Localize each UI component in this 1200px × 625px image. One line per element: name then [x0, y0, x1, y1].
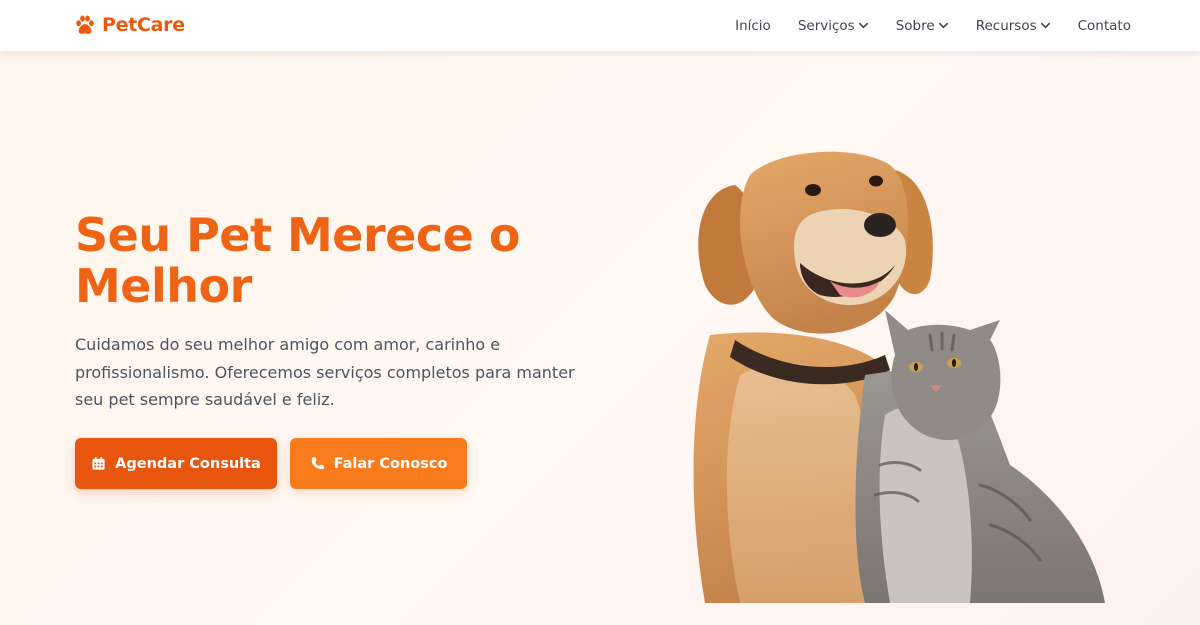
navbar: PetCare Início Serviços Sobre Recursos C… [0, 0, 1200, 51]
nav-item-contato[interactable]: Contato [1078, 18, 1131, 34]
chevron-down-icon [938, 22, 948, 29]
contact-us-button[interactable]: Falar Conosco [290, 438, 467, 489]
nav-item-label: Serviços [797, 17, 855, 34]
nav-item-label: Início [735, 17, 771, 34]
nav-item-servicos[interactable]: Serviços [798, 18, 869, 34]
dog-and-cat-image [693, 151, 1105, 603]
brand-logo[interactable]: PetCare [74, 13, 185, 37]
chevron-down-icon [1040, 22, 1050, 29]
nav-item-label: Recursos [975, 17, 1037, 34]
nav-item-recursos[interactable]: Recursos [976, 18, 1051, 34]
hero-title: Seu Pet Merece o Melhor [75, 208, 520, 313]
phone-icon [311, 457, 324, 470]
nav-item-inicio[interactable]: Início [735, 18, 771, 34]
brand-name: PetCare [102, 14, 185, 36]
nav-item-label: Sobre [895, 17, 935, 34]
button-label: Agendar Consulta [115, 455, 261, 472]
paw-icon [76, 15, 94, 34]
chevron-down-icon [858, 22, 868, 29]
schedule-appointment-button[interactable]: Agendar Consulta [75, 438, 277, 489]
nav-item-sobre[interactable]: Sobre [896, 18, 949, 34]
nav-item-label: Contato [1077, 17, 1131, 34]
button-label: Falar Conosco [333, 455, 448, 472]
hero-description: Cuidamos do seu melhor amigo com amor, c… [75, 335, 575, 409]
calendar-icon [92, 456, 105, 470]
nav-menu: Início Serviços Sobre Recursos Contato [735, 0, 1131, 51]
